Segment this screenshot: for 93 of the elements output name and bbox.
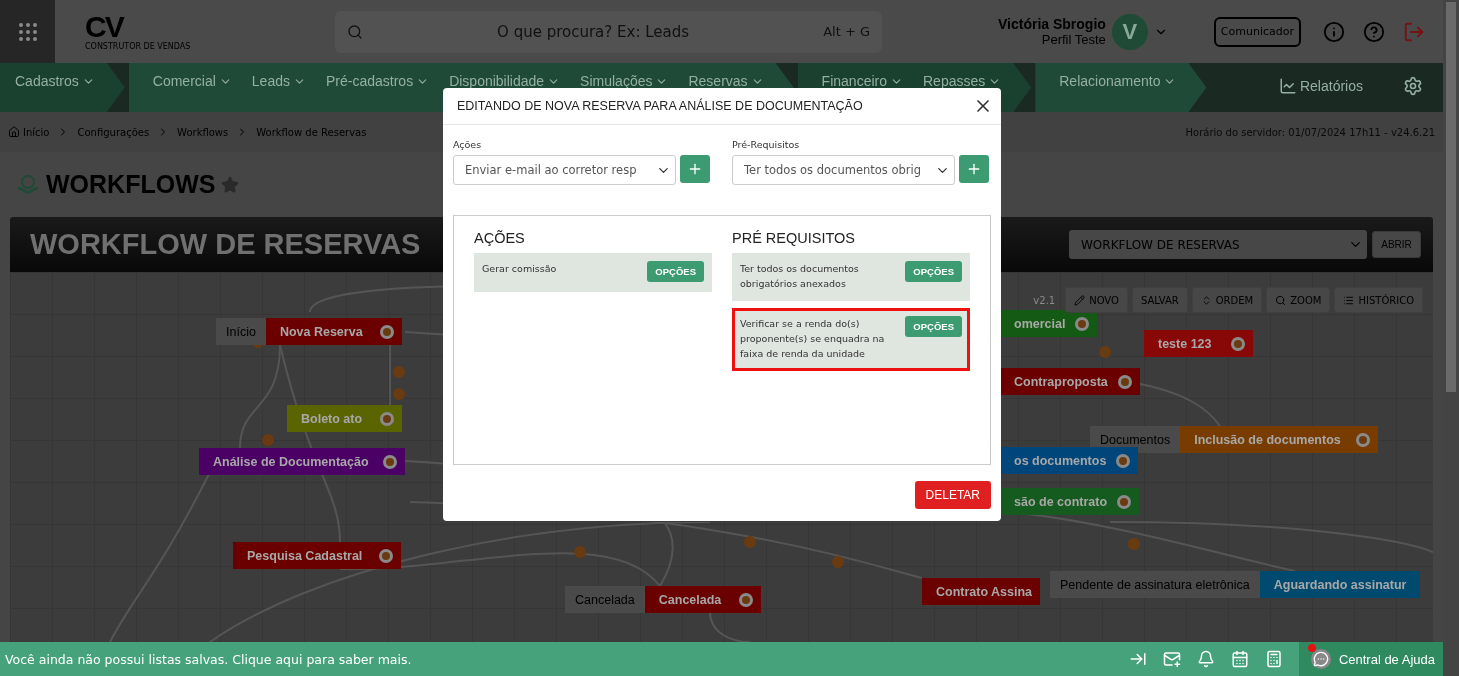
toolbar-button[interactable]: ORDEM	[1191, 287, 1263, 313]
workflow-node[interactable]: são de contrato	[1000, 488, 1140, 515]
notifications-icon[interactable]	[1196, 650, 1215, 668]
nav-menu-item[interactable]: Comercial	[152, 73, 232, 89]
settings-icon[interactable]	[1403, 76, 1423, 96]
home-icon	[8, 126, 20, 138]
line-chart-icon	[1278, 77, 1297, 95]
nav-menu-item[interactable]: Cadastros	[15, 73, 95, 89]
workflow-node[interactable]: Contrato Assina	[922, 578, 1041, 605]
toolbar-button[interactable]: HISTÓRICO	[1334, 287, 1423, 313]
workflow-node[interactable]: teste 123	[1144, 330, 1253, 357]
delete-button[interactable]: DELETAR	[914, 481, 991, 509]
logo-tagline: CONSTRUTOR DE VENDAS	[85, 42, 191, 51]
select-field[interactable]: Ter todos os documentos obrig	[732, 155, 956, 185]
apps-menu-button[interactable]	[0, 0, 55, 63]
user-avatar[interactable]: V	[1111, 13, 1148, 50]
column-heading: PRÉ REQUISITOS	[732, 230, 856, 246]
help-center-button[interactable]: Central de Ajuda	[1298, 642, 1443, 676]
saved-lists-link[interactable]: Você ainda não possui listas salvas. Clique aqui para saber mais.	[0, 651, 1129, 667]
select-field[interactable]: Enviar e-mail ao corretor resp	[453, 155, 677, 185]
workflow-title: WORKFLOW DE RESERVAS	[30, 228, 421, 261]
workflow-select[interactable]: WORKFLOW DE RESERVAS	[1069, 230, 1367, 259]
nav-menu-item[interactable]: Leads	[251, 73, 306, 89]
options-button[interactable]: OPÇÕES	[647, 261, 704, 282]
user-name: Victória Sbrogio	[997, 16, 1106, 32]
workflow-node[interactable]: Nova Reserva	[265, 318, 402, 345]
open-button[interactable]: ABRIR	[1372, 231, 1421, 258]
options-button[interactable]: OPÇÕES	[905, 261, 962, 282]
nav-menu-item[interactable]: Simulações	[580, 73, 669, 89]
connector-handle-icon[interactable]	[1117, 374, 1132, 389]
logo: CV	[85, 12, 123, 42]
state-label: Pendente de assinatura eletrônica	[1050, 571, 1260, 598]
add-button[interactable]	[959, 155, 989, 183]
add-button[interactable]	[680, 155, 710, 183]
field-label: Pré-Requisitos	[732, 139, 801, 150]
toolbar-button[interactable]: SALVAR	[1131, 287, 1188, 313]
pencil-icon	[1074, 294, 1086, 306]
arrow-to-line-icon[interactable]	[1128, 650, 1147, 668]
rule-text: Gerar comissão	[482, 262, 557, 276]
page-title: WORKFLOWS	[46, 170, 216, 199]
workflow-node[interactable]: os documentos	[1000, 447, 1139, 474]
connector-handle-icon[interactable]	[1231, 336, 1245, 351]
workflow-node[interactable]: Boleto ato	[287, 405, 402, 432]
rule-item[interactable]: Gerar comissão OPÇÕES	[474, 253, 712, 292]
calculator-icon[interactable]	[1264, 650, 1283, 668]
connector-handle-icon[interactable]	[379, 324, 394, 339]
calendar-icon[interactable]	[1230, 650, 1249, 668]
field-label: Ações	[453, 139, 483, 150]
nav-menu-item[interactable]: Financeiro	[821, 73, 903, 89]
mail-plus-icon[interactable]	[1162, 650, 1181, 668]
coin-box-icon	[16, 172, 40, 197]
toolbar-button[interactable]: NOVO	[1065, 287, 1128, 313]
workflow-node[interactable]: Pesquisa Cadastral	[233, 542, 401, 569]
workflow-node[interactable]: Aguardando assinatur	[1259, 571, 1420, 598]
version-label: v2.1	[1031, 293, 1058, 307]
favorite-star-icon[interactable]	[221, 175, 240, 194]
connector-handle-icon[interactable]	[383, 454, 397, 469]
help-icon[interactable]	[1363, 20, 1385, 43]
column-heading: AÇÕES	[474, 230, 526, 246]
workflow-node[interactable]: Cancelada	[644, 586, 761, 613]
rule-item[interactable]: Ter todos os documentos obrigatórios anexados OPÇÕES	[732, 253, 970, 301]
modal-title: EDITANDO DE NOVA RESERVA PARA ANÁLISE DE DOCUMENTAÇÃO	[457, 99, 863, 113]
toolbar-button[interactable]: ZOOM	[1266, 287, 1331, 313]
search-field[interactable]: O que procura? Ex: Leads Alt + G	[335, 10, 882, 53]
nav-menu-item[interactable]: Relacionamento	[1059, 73, 1177, 89]
user-profile: Perfil Teste	[1041, 32, 1106, 47]
options-button[interactable]: OPÇÕES	[905, 316, 962, 337]
workflow-node[interactable]: Inclusão de documentos	[1180, 426, 1379, 453]
rule-text: Verificar se a renda do(s) proponente(s) se enquadra na faixa de renda da unidade	[740, 317, 886, 361]
connector-handle-icon[interactable]	[1117, 494, 1132, 509]
connector-handle-icon[interactable]	[379, 548, 393, 563]
search-icon	[1275, 294, 1287, 306]
nav-menu-item[interactable]: Reservas	[688, 73, 764, 89]
state-label: Início	[216, 318, 266, 345]
nav-menu-item[interactable]: Pré-cadastros	[326, 73, 430, 89]
nav-menu-item[interactable]: Disponibilidade	[449, 73, 561, 89]
reports-link[interactable]: Relatórios	[1278, 77, 1363, 95]
communicator-button[interactable]: Comunicador	[1213, 16, 1301, 47]
info-icon[interactable]	[1323, 20, 1345, 43]
connector-handle-icon[interactable]	[1356, 432, 1371, 447]
connector-handle-icon[interactable]	[1116, 453, 1131, 468]
rule-text: Ter todos os documentos obrigatórios anexados	[740, 262, 860, 291]
workflow-node[interactable]: Análise de Documentação	[199, 448, 405, 475]
connector-handle-icon[interactable]	[1075, 316, 1090, 331]
list-icon	[1343, 294, 1355, 306]
nav-menu-item[interactable]: Repasses	[923, 73, 1002, 89]
connector-handle-icon[interactable]	[738, 592, 753, 607]
state-label: Cancelada	[565, 586, 645, 613]
connector-handle-icon[interactable]	[380, 411, 394, 426]
workflow-node[interactable]: omercial	[1000, 310, 1098, 337]
workflow-node[interactable]: Contraproposta	[1000, 368, 1140, 395]
rule-item[interactable]: Verificar se a renda do(s) proponente(s) se enquadra na faixa de renda da unidade OPÇÕES	[732, 308, 970, 371]
search-icon	[347, 23, 363, 40]
